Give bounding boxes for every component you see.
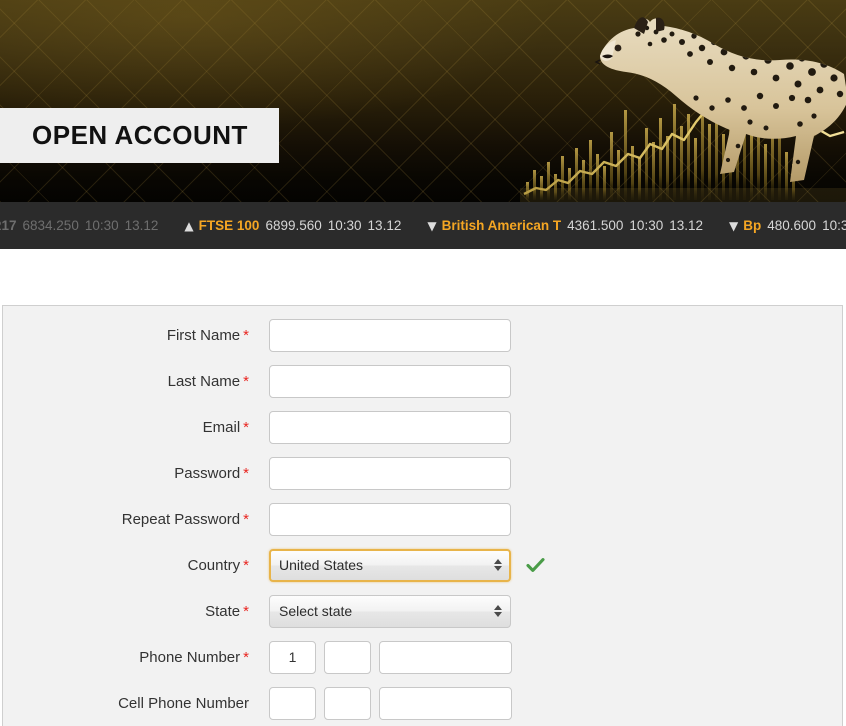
- password-field[interactable]: [269, 456, 511, 490]
- required-marker: *: [243, 464, 249, 482]
- ticker-change: 13.12: [367, 218, 402, 233]
- required-marker: *: [243, 556, 249, 574]
- label-text: Email: [202, 418, 241, 436]
- ticker-value: 6899.560: [265, 218, 322, 233]
- control-country: United States: [269, 548, 545, 582]
- cell-phone-number-input[interactable]: [379, 686, 512, 720]
- required-marker: *: [243, 326, 249, 344]
- arrow-up-icon: ▲: [184, 218, 194, 233]
- label-country: Country *: [3, 558, 259, 573]
- valid-check-icon: [525, 555, 545, 575]
- form-row-email: Email *: [3, 404, 842, 450]
- stock-chart-illustration: [520, 70, 846, 202]
- ticker-symbol: Bp: [743, 218, 762, 233]
- control-password: [269, 456, 511, 490]
- ticker-item[interactable]: ▼ Bp 480.600 10:30 13.12: [729, 218, 846, 233]
- ticker-value: 4361.500: [567, 218, 624, 233]
- control-first-name: [269, 318, 511, 352]
- form-row-cell-phone-number: Cell Phone Number: [3, 680, 842, 726]
- state-select-wrap: Select state: [269, 594, 511, 628]
- label-text: Phone Number: [139, 648, 241, 666]
- phone-area-code-input[interactable]: [324, 640, 371, 674]
- control-email: [269, 410, 511, 444]
- ticker-time: 10:30: [327, 218, 362, 233]
- label-text: Country: [187, 556, 241, 574]
- ticker-value: 6834.250: [22, 218, 79, 233]
- banner-glow: [0, 0, 846, 202]
- ticker-symbol: FTSE 100: [198, 218, 260, 233]
- required-marker: *: [243, 648, 249, 666]
- label-repeat-password: Repeat Password *: [3, 512, 259, 527]
- ticker-symbol: AR17: [0, 218, 17, 233]
- state-select[interactable]: Select state: [269, 594, 511, 628]
- control-cell-phone-number: [269, 686, 512, 720]
- required-marker: *: [243, 372, 249, 390]
- page-title-plate: OPEN ACCOUNT: [0, 108, 279, 163]
- email-field[interactable]: [269, 410, 511, 444]
- repeat-password-field[interactable]: [269, 502, 511, 536]
- required-marker: *: [243, 510, 249, 528]
- cheetah-illustration: [552, 4, 846, 200]
- label-state: State *: [3, 604, 259, 619]
- label-first-name: First Name *: [3, 328, 259, 343]
- control-repeat-password: [269, 502, 511, 536]
- label-text: Repeat Password: [121, 510, 241, 528]
- form-row-phone-number: Phone Number *: [3, 634, 842, 680]
- page-title: OPEN ACCOUNT: [32, 120, 248, 150]
- stock-ticker-bar[interactable]: AR17 6834.250 10:30 13.12 ▲ FTSE 100 689…: [0, 202, 846, 249]
- first-name-input[interactable]: [269, 318, 511, 352]
- country-select-wrap: United States: [269, 548, 511, 582]
- control-last-name: [269, 364, 511, 398]
- label-phone-number: Phone Number *: [3, 650, 259, 665]
- phone-country-code-input[interactable]: [269, 640, 316, 674]
- lattice-pattern: [0, 0, 846, 202]
- ticker-change: 13.12: [124, 218, 159, 233]
- page-content: First Name * Last Name * Email * Passwor…: [0, 249, 846, 726]
- ticker-time: 10:30: [822, 218, 846, 233]
- ticker-symbol: British American T: [441, 218, 562, 233]
- form-row-repeat-password: Repeat Password *: [3, 496, 842, 542]
- page-banner: OPEN ACCOUNT: [0, 0, 846, 202]
- label-text: Password: [174, 464, 241, 482]
- arrow-down-icon: ▼: [729, 218, 739, 233]
- arrow-down-icon: ▼: [427, 218, 437, 233]
- ticker-time: 10:30: [84, 218, 119, 233]
- form-row-last-name: Last Name *: [3, 358, 842, 404]
- form-row-country: Country * United States: [3, 542, 842, 588]
- control-state: Select state: [269, 594, 511, 628]
- label-cell-phone-number: Cell Phone Number: [3, 696, 259, 711]
- open-account-form: First Name * Last Name * Email * Passwor…: [2, 305, 843, 726]
- required-marker: *: [243, 418, 249, 436]
- phone-number-input[interactable]: [379, 640, 512, 674]
- cell-phone-country-code-input[interactable]: [269, 686, 316, 720]
- required-marker: *: [243, 602, 249, 620]
- control-phone-number: [269, 640, 512, 674]
- label-email: Email *: [3, 420, 259, 435]
- country-select[interactable]: United States: [269, 548, 511, 582]
- ticker-change: 13.12: [669, 218, 704, 233]
- label-text: Last Name: [167, 372, 241, 390]
- form-row-password: Password *: [3, 450, 842, 496]
- last-name-input[interactable]: [269, 364, 511, 398]
- label-text: State: [205, 602, 241, 620]
- ticker-item[interactable]: ▼ British American T 4361.500 10:30 13.1…: [427, 218, 703, 233]
- label-text: First Name: [166, 326, 241, 344]
- ticker-item[interactable]: AR17 6834.250 10:30 13.12: [0, 218, 158, 233]
- ticker-track: AR17 6834.250 10:30 13.12 ▲ FTSE 100 689…: [0, 202, 846, 249]
- cell-phone-area-code-input[interactable]: [324, 686, 371, 720]
- label-last-name: Last Name *: [3, 374, 259, 389]
- ticker-time: 10:30: [629, 218, 664, 233]
- form-row-first-name: First Name *: [3, 312, 842, 358]
- label-text: Cell Phone Number: [118, 694, 249, 712]
- ticker-item[interactable]: ▲ FTSE 100 6899.560 10:30 13.12: [184, 218, 401, 233]
- label-password: Password *: [3, 466, 259, 481]
- ticker-value: 480.600: [767, 218, 817, 233]
- form-row-state: State * Select state: [3, 588, 842, 634]
